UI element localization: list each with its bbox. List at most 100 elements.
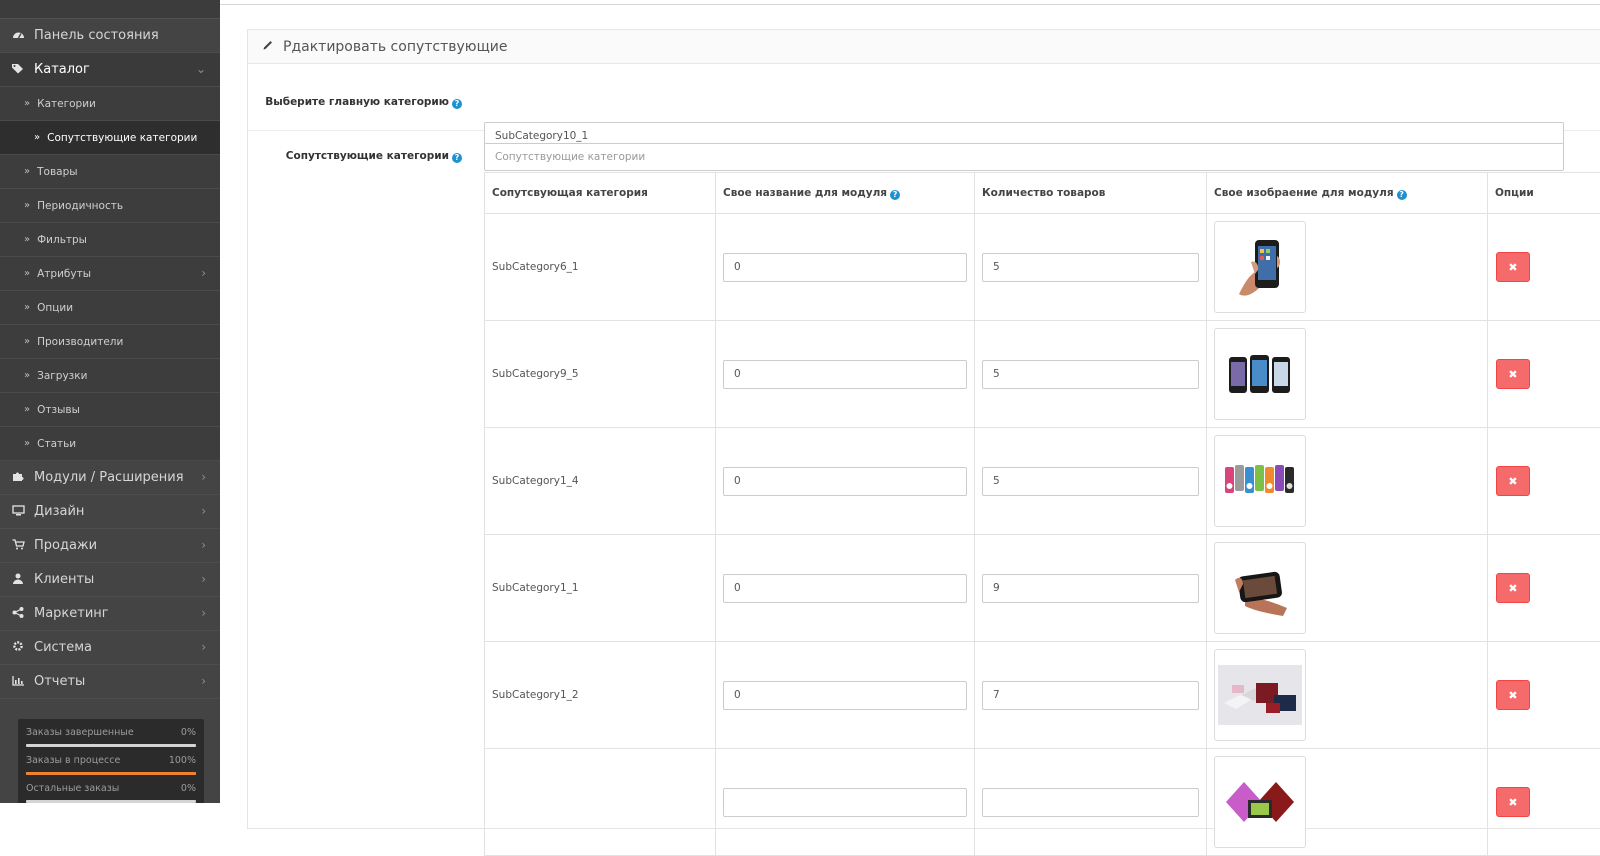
sidebar-item-label: Производители (37, 336, 123, 348)
image-thumbnail[interactable] (1214, 221, 1306, 313)
menu-item-label: Дизайн (34, 504, 84, 519)
menu-item-sales[interactable]: Продажи › (0, 529, 220, 563)
product-count-input[interactable] (982, 681, 1199, 710)
menu-item-reports[interactable]: Отчеты › (0, 665, 220, 699)
help-icon[interactable]: ? (890, 190, 900, 200)
product-count-input[interactable] (982, 253, 1199, 282)
sidebar-item-attributes[interactable]: »Атрибуты› (0, 257, 220, 291)
close-icon: ✖ (1508, 368, 1517, 381)
stat-label: Заказы завершенные (26, 727, 134, 738)
remove-button[interactable]: ✖ (1496, 680, 1530, 710)
image-thumbnail[interactable] (1214, 756, 1306, 848)
stat-row: Остальные заказы0% (26, 783, 196, 803)
menu-item-customers[interactable]: Клиенты › (0, 563, 220, 597)
sidebar-item-products[interactable]: »Товары (0, 155, 220, 189)
double-chevron-right-icon: » (24, 336, 30, 347)
header-text: Опции (1495, 187, 1534, 199)
sidebar-item-related-categories[interactable]: »Сопутствующие категории (0, 121, 220, 155)
image-thumbnail[interactable] (1214, 542, 1306, 634)
related-categories-input[interactable] (484, 143, 1564, 171)
image-cell (1207, 535, 1488, 642)
close-icon: ✖ (1508, 475, 1517, 488)
remove-button[interactable]: ✖ (1496, 466, 1530, 496)
table-row: SubCategory9_5 ✖ (485, 321, 1600, 428)
stat-row: Заказы завершенные0% (26, 727, 196, 747)
sidebar-item-reviews[interactable]: » Отзывы (0, 393, 220, 427)
custom-name-input[interactable] (723, 788, 967, 817)
menu-item-design[interactable]: Дизайн › (0, 495, 220, 529)
help-icon[interactable]: ? (1397, 190, 1407, 200)
sidebar-item-recurring[interactable]: »Периодичность (0, 189, 220, 223)
sidebar-item-manufacturers[interactable]: » Производители (0, 325, 220, 359)
menu-item-label: Отчеты (34, 674, 85, 689)
header-text: Количество товаров (982, 187, 1105, 199)
options-cell: ✖ (1488, 642, 1600, 749)
main-category-group: Выберите главную категорию? (248, 64, 1600, 131)
sidebar-item-categories[interactable]: »Категории (0, 87, 220, 121)
remove-button[interactable]: ✖ (1496, 252, 1530, 282)
sidebar-item-label: Атрибуты (37, 268, 91, 280)
menu-item-system[interactable]: Система › (0, 631, 220, 665)
dashboard-icon (11, 29, 25, 43)
header-text: Свое изобраение для модуля (1214, 187, 1394, 199)
table-row: ✖ (485, 749, 1600, 856)
name-cell (716, 428, 975, 535)
double-chevron-right-icon: » (24, 404, 30, 415)
options-cell: ✖ (1488, 214, 1600, 321)
product-count-input[interactable] (982, 574, 1199, 603)
share-icon (11, 607, 25, 621)
category-cell: SubCategory1_1 (485, 535, 716, 642)
stat-progress-fill (26, 772, 196, 775)
image-thumbnail[interactable] (1214, 435, 1306, 527)
chevron-right-icon: › (201, 538, 206, 552)
remove-button[interactable]: ✖ (1496, 787, 1530, 817)
menu-item-catalog[interactable]: Каталог ⌄ (0, 53, 220, 87)
close-icon: ✖ (1508, 689, 1517, 702)
menu-item-extensions[interactable]: Модули / Расширения › (0, 461, 220, 495)
sidebar-item-options[interactable]: »Опции (0, 291, 220, 325)
stat-progress-bar (26, 744, 196, 747)
menu-item-label: Панель состояния (34, 28, 159, 43)
monitor-icon (11, 505, 25, 519)
header-divider (220, 4, 1600, 5)
image-thumbnail[interactable] (1214, 328, 1306, 420)
related-categories-label-text: Сопутствующие категории (286, 150, 449, 162)
sidebar-item-downloads[interactable]: »Загрузки (0, 359, 220, 393)
name-cell (716, 321, 975, 428)
column-header-options: Опции (1488, 173, 1600, 214)
options-cell: ✖ (1488, 321, 1600, 428)
table-row: SubCategory6_1 ✖ (485, 214, 1600, 321)
custom-name-input[interactable] (723, 360, 967, 389)
custom-name-input[interactable] (723, 681, 967, 710)
double-chevron-right-icon: » (24, 234, 30, 245)
product-count-input[interactable] (982, 360, 1199, 389)
main-category-label-text: Выберите главную категорию (265, 96, 449, 108)
category-cell (485, 749, 716, 856)
table-row: SubCategory1_4 ✖ (485, 428, 1600, 535)
table-header-row: Сопутсвующая категория Свое название для… (485, 173, 1600, 214)
sidebar-item-label: Загрузки (37, 370, 87, 382)
ipod-nano-row-image (1222, 461, 1298, 501)
product-count-input[interactable] (982, 467, 1199, 496)
sidebar-item-label: Отзывы (37, 404, 80, 416)
menu-item-dashboard[interactable]: Панель состояния (0, 19, 220, 53)
custom-name-input[interactable] (723, 467, 967, 496)
options-cell: ✖ (1488, 749, 1600, 856)
product-count-input[interactable] (982, 788, 1199, 817)
double-chevron-right-icon: » (24, 438, 30, 449)
sidebar-item-filters[interactable]: »Фильтры (0, 223, 220, 257)
stat-row: Заказы в процессе100% (26, 755, 196, 775)
laptops-image (1218, 665, 1302, 725)
image-thumbnail[interactable] (1214, 649, 1306, 741)
column-header-category: Сопутсвующая категория (485, 173, 716, 214)
help-icon[interactable]: ? (452, 153, 462, 163)
custom-name-input[interactable] (723, 253, 967, 282)
sidebar-item-articles[interactable]: »Статьи (0, 427, 220, 461)
remove-button[interactable]: ✖ (1496, 359, 1530, 389)
menu-item-marketing[interactable]: Маркетинг › (0, 597, 220, 631)
custom-name-input[interactable] (723, 574, 967, 603)
panel-title: Рдактировать сопутствующие (283, 39, 507, 55)
remove-button[interactable]: ✖ (1496, 573, 1530, 603)
count-cell (975, 321, 1207, 428)
help-icon[interactable]: ? (452, 99, 462, 109)
